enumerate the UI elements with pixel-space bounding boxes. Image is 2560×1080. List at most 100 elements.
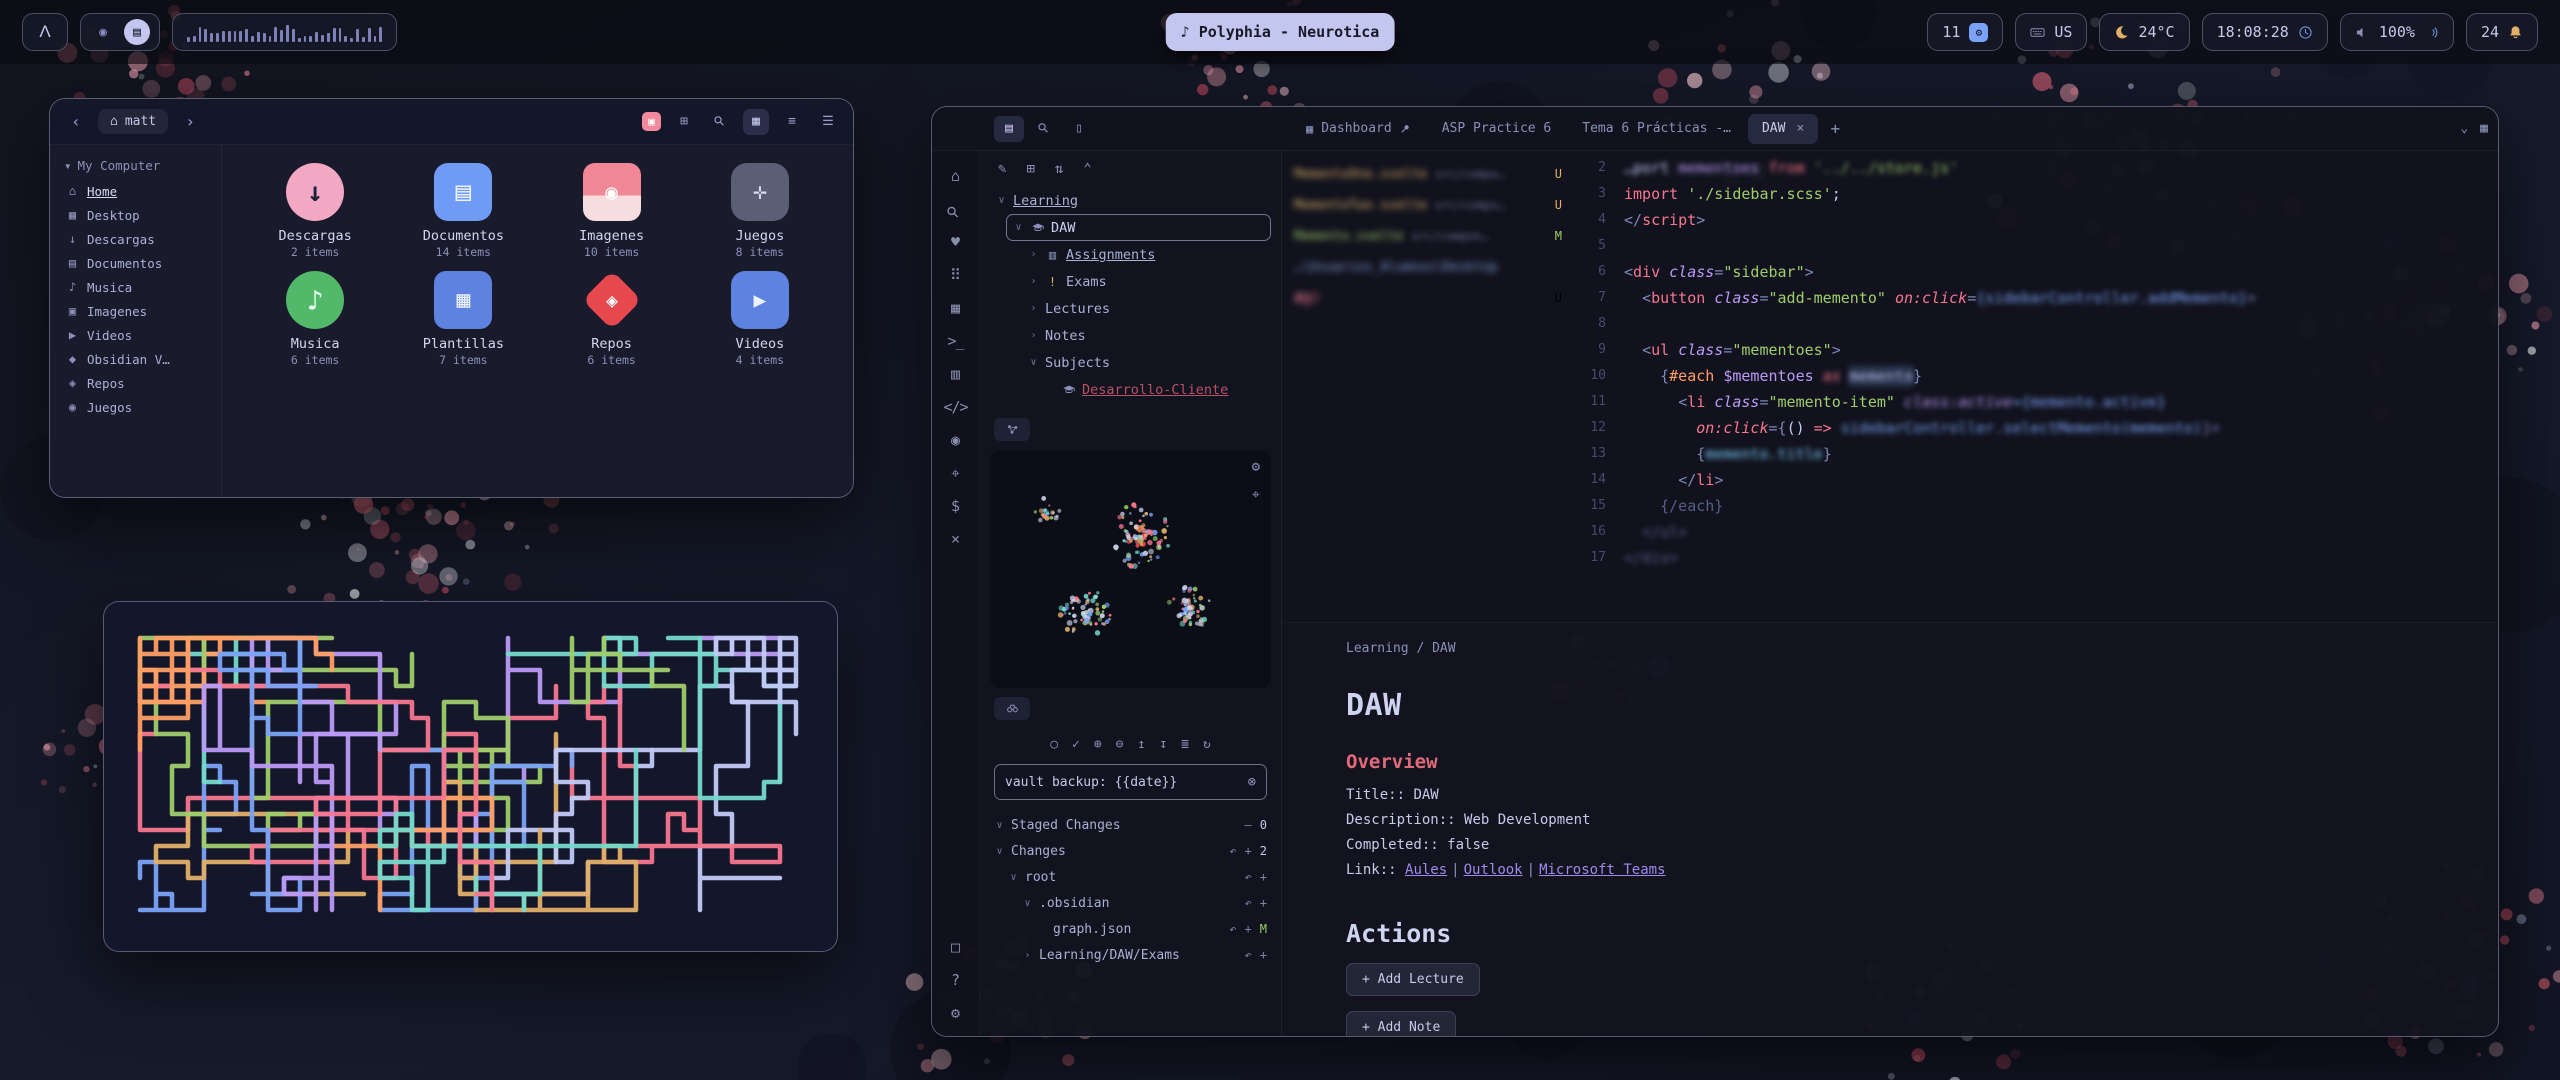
home-icon[interactable]: ⌂ (946, 167, 966, 185)
code-editor[interactable]: 2…port mementoes from '../../store.js'3i… (1574, 151, 2498, 622)
plus-icon[interactable]: ⊕ (1094, 737, 1102, 752)
workspace-2-button[interactable]: ▤ (124, 19, 150, 45)
new-folder-button[interactable]: ⊞ (671, 109, 697, 135)
clear-message-icon[interactable]: ⊗ (1248, 774, 1256, 790)
discard-icon[interactable]: ↶ (1229, 922, 1236, 936)
search-button[interactable]: ⚲ (707, 109, 733, 135)
folder-tile-plantillas[interactable]: ▦Plantillas7 items (392, 271, 534, 367)
folder-tile-documentos[interactable]: ▤Documentos14 items (392, 163, 534, 259)
updates-module[interactable]: 11 ⚙ (1927, 13, 2003, 51)
sidebar-tab-search-icon[interactable]: ⚲ (1029, 116, 1059, 142)
open-file-[interactable]: #@!U (1294, 285, 1562, 311)
list-icon[interactable]: ≣ (1181, 737, 1189, 752)
back-button[interactable]: ‹ (62, 108, 90, 136)
tree-item-lectures[interactable]: ›Lectures (1022, 295, 1271, 322)
tab-close-icon[interactable]: × (1796, 121, 1804, 136)
settings-gear-icon[interactable]: ⚙ (946, 1004, 966, 1022)
new-folder-icon[interactable]: ⊞ (1026, 161, 1034, 177)
tree-item-notes[interactable]: ›Notes (1022, 322, 1271, 349)
pull-icon[interactable]: ↧ (1159, 737, 1167, 752)
folder-tile-repos[interactable]: ◈Repos6 items (541, 271, 683, 367)
keyboard-layout-module[interactable]: US (2015, 13, 2087, 51)
tree-item-daw[interactable]: ∨DAW (1006, 214, 1271, 241)
action-button-add-lecture[interactable]: + Add Lecture (1346, 963, 1480, 996)
tab-list-chevron-icon[interactable]: ⌄ (2460, 121, 2468, 136)
tab-dashboard[interactable]: ▦Dashboard (1292, 114, 1425, 144)
volume-module[interactable]: 100% (2340, 13, 2454, 51)
action-button-add-note[interactable]: + Add Note (1346, 1011, 1456, 1036)
minus-icon[interactable]: ⊖ (1116, 737, 1124, 752)
tree-item-subjects[interactable]: ∨Subjects (1022, 349, 1271, 376)
tree-item-exams[interactable]: ›!Exams (1022, 268, 1271, 295)
git-row-root[interactable]: ∨root↶+ (994, 864, 1267, 890)
vault-icon[interactable]: □ (946, 938, 966, 956)
sidebar-item-descargas[interactable]: ↓Descargas (58, 227, 213, 251)
sidebar-item-juegos[interactable]: ◉Juegos (58, 395, 213, 419)
tab-tema-6-pr-cticas[interactable]: Tema 6 Prácticas -… (1568, 114, 1745, 144)
menu-button[interactable]: ☰ (815, 109, 841, 135)
target-icon[interactable]: ⌖ (946, 464, 966, 482)
open-file-usuarios-alumnos-desktop[interactable]: …\Usuarios_Alumnos\Desktop (1294, 254, 1562, 280)
dots-grid-icon[interactable]: ⠿ (946, 266, 966, 284)
sidebar-item-home[interactable]: ⌂Home (58, 179, 213, 203)
sidebar-item-videos[interactable]: ▶Videos (58, 323, 213, 347)
clock-module[interactable]: 18:08:28 (2202, 13, 2328, 51)
git-row-learning-daw-exams[interactable]: ›Learning/DAW/Exams↶+ (994, 942, 1267, 968)
tab-daw[interactable]: DAW× (1748, 114, 1818, 144)
file-manager-titlebar[interactable]: ‹ ⌂ matt › ▣ ⊞ ⚲ ▦ ≡ ☰ (50, 99, 853, 145)
pipes-terminal-window[interactable] (103, 601, 838, 952)
sidebar-item-desktop[interactable]: ▦Desktop (58, 203, 213, 227)
tab-asp-practice-6[interactable]: ASP Practice 6 (1428, 114, 1566, 144)
git-row-graph-json[interactable]: graph.json↶+M (994, 916, 1267, 942)
collapse-icon[interactable]: ⌃ (1083, 161, 1091, 177)
tree-item-learning[interactable]: ∨Learning (990, 187, 1271, 214)
obsidian-titlebar[interactable]: ▤⚲▯ ▦DashboardASP Practice 6Tema 6 Práct… (932, 107, 2498, 151)
push-icon[interactable]: ↥ (1138, 737, 1146, 752)
git-row-changes[interactable]: ∨Changes↶+2 (994, 838, 1267, 864)
folder-tile-descargas[interactable]: ↓Descargas2 items (244, 163, 386, 259)
close-x-icon[interactable]: × (946, 530, 966, 548)
open-file-mementoone-svelte[interactable]: MementoOne.sveltesrc/compo…U (1294, 161, 1562, 187)
launcher-button[interactable]: Λ (22, 13, 68, 51)
media-widget[interactable]: ♪ Polyphia - Neurotica (1166, 13, 1395, 51)
list-view-button[interactable]: ≡ (779, 109, 805, 135)
check-icon[interactable]: ✓ (1072, 737, 1080, 752)
stage-icon[interactable]: + (1260, 870, 1267, 884)
image-thumbnail-icon[interactable]: ▣ (642, 112, 661, 131)
heart-icon[interactable]: ♥ (946, 233, 966, 251)
commit-message-input[interactable] (1005, 775, 1240, 790)
tree-item-assignments[interactable]: ›▥Assignments (1022, 241, 1271, 268)
git-row-obsidian[interactable]: ∨.obsidian↶+ (994, 890, 1267, 916)
open-file-mementotwo-svelte[interactable]: MementoTwo.sveltesrc/compo…U (1294, 192, 1562, 218)
search-icon[interactable]: ⚲ (942, 196, 969, 223)
camera-icon[interactable]: ◉ (946, 431, 966, 449)
discard-icon[interactable]: ↶ (1245, 870, 1252, 884)
calendar-icon[interactable]: ▦ (946, 299, 966, 317)
sidebar-header[interactable]: ▾ My Computer (58, 155, 213, 179)
link-aules[interactable]: Aules (1405, 862, 1447, 878)
sidebar-item-documentos[interactable]: ▤Documentos (58, 251, 213, 275)
breadcrumb[interactable]: ⌂ matt (98, 109, 168, 134)
sidebar-item-imagenes[interactable]: ▣Imagenes (58, 299, 213, 323)
backlinks-pane-button[interactable] (994, 697, 1030, 720)
dollar-icon[interactable]: $ (946, 497, 966, 515)
discard-icon[interactable]: ↶ (1245, 948, 1252, 962)
weather-module[interactable]: 24°C (2099, 13, 2189, 51)
link-outlook[interactable]: Outlook (1464, 862, 1523, 878)
discard-icon[interactable]: ↶ (1229, 844, 1236, 858)
stage-icon[interactable]: + (1260, 948, 1267, 962)
open-file-memento-svelte[interactable]: Memento.sveltesrc/compon…M (1294, 223, 1562, 249)
graph-filter-icon[interactable]: ⌖ (1252, 487, 1260, 503)
help-icon[interactable]: ? (946, 971, 966, 989)
folder-tile-imagenes[interactable]: ◉Imagenes10 items (541, 163, 683, 259)
forward-button[interactable]: › (176, 108, 204, 136)
notifications-module[interactable]: 24 (2466, 13, 2538, 51)
graph-view[interactable]: ⚙ ⌖ (990, 450, 1271, 688)
sidebar-tab-bookmark-icon[interactable]: ▯ (1064, 116, 1094, 142)
discard-icon[interactable]: ↶ (1245, 896, 1252, 910)
folder-tile-juegos[interactable]: ✛Juegos8 items (689, 163, 831, 259)
refresh-icon[interactable]: ↻ (1203, 737, 1211, 752)
new-note-icon[interactable]: ✎ (998, 161, 1006, 177)
folder-tile-musica[interactable]: ♪Musica6 items (244, 271, 386, 367)
graph-settings-gear-icon[interactable]: ⚙ (1252, 459, 1260, 475)
